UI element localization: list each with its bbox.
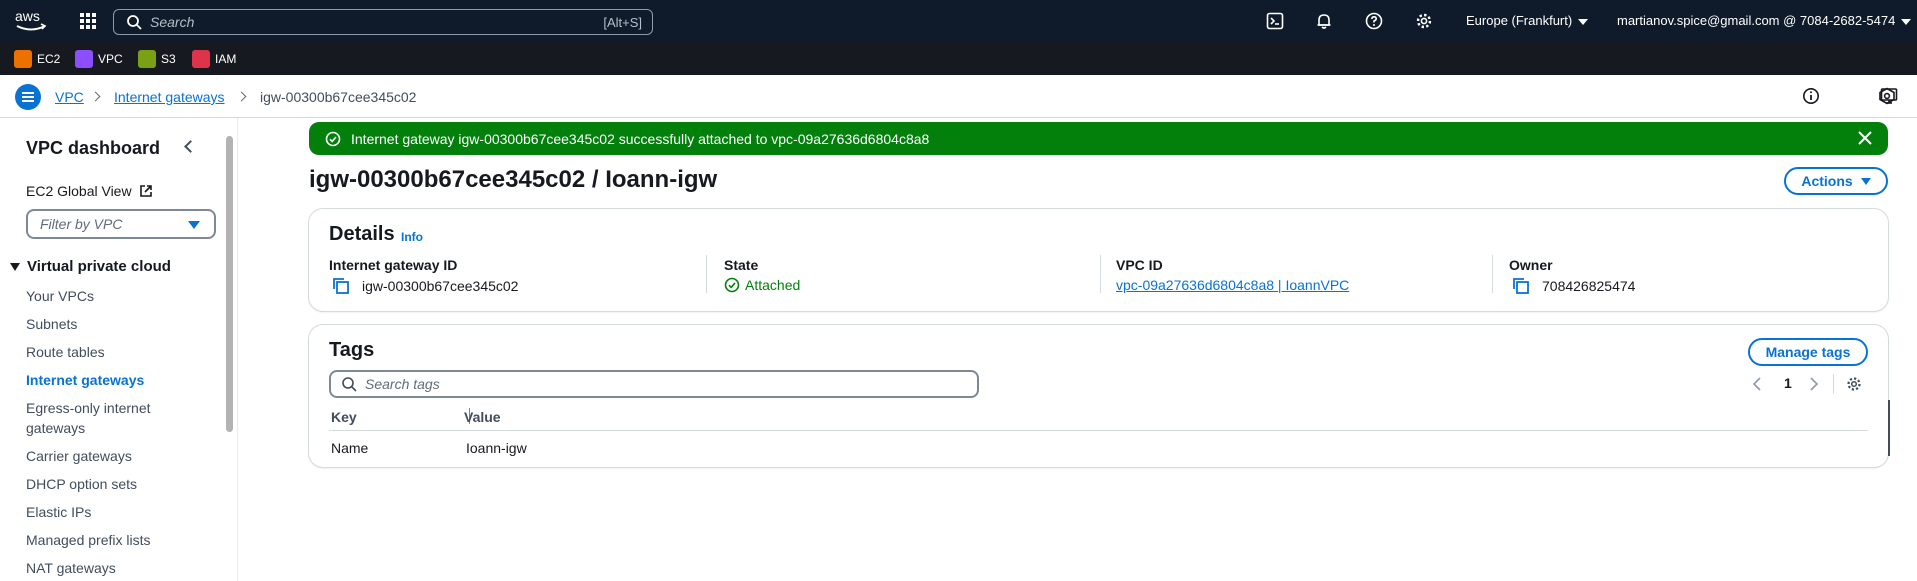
sidebar-item-egress-only-internet-gateways[interactable]: Egress-only internet (26, 400, 151, 416)
sidebar-item-ec2-global-view[interactable]: EC2 Global View (26, 183, 153, 199)
detail-vpc-id: VPC ID vpc-09a27636d6804c8a8 | IoannVPC (1116, 257, 1350, 293)
sidebar-item-egress-only-internet-gateways-line2[interactable]: gateways (26, 420, 85, 436)
column-value[interactable]: Value (464, 409, 501, 425)
s3-icon (138, 50, 156, 68)
close-icon[interactable] (1858, 131, 1872, 145)
aws-logo[interactable]: aws (14, 8, 48, 34)
details-info-link[interactable]: Info (401, 230, 423, 244)
column-key[interactable]: Key (331, 409, 357, 425)
details-title: Details (329, 223, 395, 245)
favorite-vpc[interactable]: VPC (75, 50, 123, 68)
services-menu-icon[interactable] (80, 13, 96, 29)
region-selector[interactable]: Europe (Frankfurt) (1466, 13, 1589, 28)
actions-button[interactable]: Actions (1784, 167, 1888, 195)
favorites-bar: EC2 VPC S3 IAM (0, 42, 1917, 75)
side-navigation: VPC dashboard EC2 Global View Virtual pr… (0, 118, 238, 581)
vpc-id-link[interactable]: vpc-09a27636d6804c8a8 | IoannVPC (1116, 277, 1349, 293)
split-panel-icon[interactable] (1880, 87, 1898, 105)
global-search[interactable]: [Alt+S] (113, 9, 653, 35)
sidebar-item-nat-gateways[interactable]: NAT gateways (26, 560, 116, 576)
info-icon[interactable] (1802, 87, 1820, 105)
help-icon[interactable] (1365, 12, 1383, 30)
copy-icon[interactable] (1512, 277, 1530, 295)
collapse-chevron-icon[interactable] (184, 140, 197, 153)
search-icon (127, 15, 142, 30)
navigation-menu-button[interactable] (15, 84, 41, 110)
favorite-iam[interactable]: IAM (192, 50, 236, 68)
status-success-icon (724, 277, 740, 293)
top-navigation: aws [Alt+S] Europe (Frankfurt) martianov… (0, 0, 1917, 42)
sidebar-item-your-vpcs[interactable]: Your VPCs (26, 288, 94, 304)
sidebar-item-dhcp-option-sets[interactable]: DHCP option sets (26, 476, 137, 492)
notifications-bell-icon[interactable] (1315, 12, 1333, 30)
vpc-icon (75, 50, 93, 68)
search-input[interactable] (150, 14, 570, 30)
sidebar-scrollbar[interactable] (226, 136, 233, 432)
tag-search[interactable] (329, 370, 979, 398)
search-icon (342, 377, 357, 392)
page-title: igw-00300b67cee345c02 / Ioann-igw (309, 166, 718, 193)
expand-caret-icon (10, 263, 20, 272)
search-shortcut: [Alt+S] (603, 14, 642, 30)
vpc-filter-input[interactable] (40, 216, 180, 232)
svg-text:aws: aws (15, 8, 40, 24)
tags-table-header: Key Value (329, 403, 1868, 431)
iam-icon (192, 50, 210, 68)
tags-title: Tags (329, 339, 375, 361)
table-preferences-gear-icon[interactable] (1846, 376, 1862, 392)
breadcrumb-vpc[interactable]: VPC (55, 89, 84, 105)
pagination-page-1[interactable]: 1 (1784, 375, 1792, 391)
tag-search-input[interactable] (365, 376, 945, 392)
cloudshell-icon[interactable] (1266, 12, 1284, 30)
sidebar-item-elastic-ips[interactable]: Elastic IPs (26, 504, 91, 520)
tag-key-cell: Name (331, 440, 369, 456)
tags-container: Tags Manage tags 1 Key Value Name Ioann-… (309, 325, 1890, 467)
breadcrumb-bar: VPC Internet gateways igw-00300b67cee345… (0, 75, 1917, 118)
sidebar-item-internet-gateways[interactable]: Internet gateways (26, 372, 144, 388)
favorite-ec2[interactable]: EC2 (14, 50, 60, 68)
detail-igw-id: Internet gateway ID igw-00300b67cee345c0… (329, 257, 519, 295)
vpc-filter-select[interactable] (26, 209, 216, 239)
breadcrumb-internet-gateways[interactable]: Internet gateways (114, 89, 225, 105)
pagination-next-icon[interactable] (1809, 377, 1819, 391)
sidebar-item-managed-prefix-lists[interactable]: Managed prefix lists (26, 532, 151, 548)
chevron-right-icon (90, 91, 101, 102)
external-link-icon (140, 185, 153, 197)
success-flashbar: Internet gateway igw-00300b67cee345c02 s… (309, 122, 1888, 155)
caret-down-icon (1860, 177, 1871, 185)
favorite-s3[interactable]: S3 (138, 50, 176, 68)
sidebar-item-subnets[interactable]: Subnets (26, 316, 77, 332)
success-check-icon (325, 131, 341, 146)
sidebar-item-carrier-gateways[interactable]: Carrier gateways (26, 448, 132, 464)
flash-message: Internet gateway igw-00300b67cee345c02 s… (351, 130, 930, 147)
state-attached-text: Attached (745, 277, 801, 293)
chevron-right-icon (236, 91, 247, 102)
pagination-prev-icon[interactable] (1752, 377, 1762, 391)
details-container: Details Info Internet gateway ID igw-003… (309, 209, 1888, 311)
table-scrollbar[interactable] (1888, 400, 1890, 456)
settings-gear-icon[interactable] (1415, 12, 1433, 30)
detail-owner: Owner 708426825474 (1509, 257, 1636, 295)
account-menu[interactable]: martianov.spice@gmail.com @ 7084-2682-54… (1617, 13, 1912, 28)
sidebar-section-virtual-private-cloud[interactable]: Virtual private cloud (10, 258, 171, 275)
copy-icon[interactable] (332, 277, 350, 295)
dropdown-caret-icon (188, 221, 200, 229)
manage-tags-button[interactable]: Manage tags (1748, 338, 1868, 366)
sidebar-title[interactable]: VPC dashboard (26, 138, 160, 159)
tag-value-cell: Ioann-igw (466, 440, 527, 456)
detail-state: State Attached (724, 257, 801, 293)
sidebar-item-route-tables[interactable]: Route tables (26, 344, 105, 360)
breadcrumb-current: igw-00300b67cee345c02 (260, 89, 417, 105)
ec2-icon (14, 50, 32, 68)
